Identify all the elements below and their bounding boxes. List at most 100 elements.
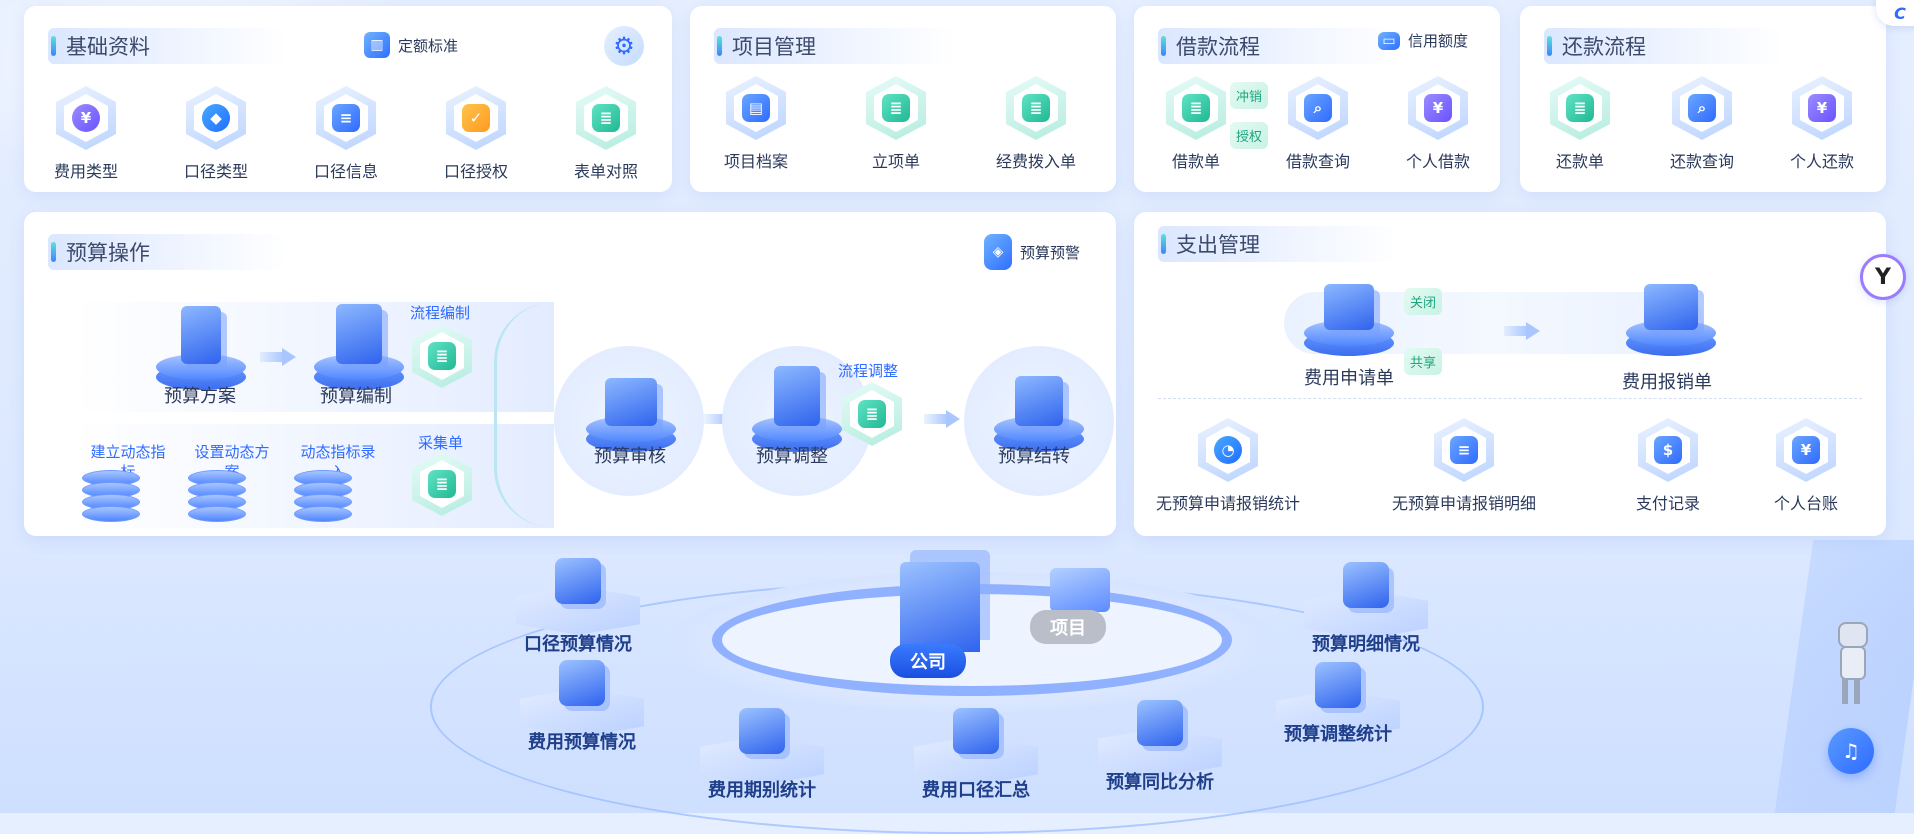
budget-review-label: 预算审核 xyxy=(594,446,666,467)
printer-icon xyxy=(1644,284,1698,330)
cube-icon: ◆ xyxy=(202,104,230,132)
platform-expense-budget[interactable]: 费用预算情况 xyxy=(520,660,644,758)
cube-icon xyxy=(555,558,601,604)
expense-reimburse-label: 费用报销单 xyxy=(1622,372,1712,393)
assistant-button[interactable]: Y xyxy=(1860,254,1906,300)
arrow-icon xyxy=(924,410,960,428)
project-item-initiation[interactable]: ≣ 立项单 xyxy=(836,76,956,172)
y-logo-icon: Y xyxy=(1875,264,1891,290)
project-item-archive[interactable]: ▤ 项目档案 xyxy=(696,76,816,172)
database-icon[interactable] xyxy=(82,470,140,522)
platform-budget-detail[interactable]: 预算明细情况 xyxy=(1304,562,1428,660)
panel-title: 支出管理 xyxy=(1158,226,1398,262)
repay-item-personal[interactable]: ¥ 个人还款 xyxy=(1762,76,1882,172)
expense-item-payment[interactable]: $ 支付记录 xyxy=(1608,418,1728,514)
books-icon xyxy=(336,304,382,364)
form-icon: ≣ xyxy=(592,104,620,132)
form-icon: ≣ xyxy=(882,94,910,122)
platform-expense-period[interactable]: 费用期别统计 xyxy=(700,708,824,806)
budget-carry-node[interactable] xyxy=(994,352,1084,452)
search-doc-icon: ⌕ xyxy=(1688,94,1716,122)
shield-icon: ◈ xyxy=(984,234,1012,270)
budget-adjust-node[interactable] xyxy=(752,352,842,452)
folder-icon: ▤ xyxy=(742,94,770,122)
platform-budget-yoy[interactable]: 预算同比分析 xyxy=(1098,700,1222,798)
expense-item-nobudget-detail[interactable]: ≡ 无预算申请报销明细 xyxy=(1384,418,1544,514)
budget-review-node[interactable] xyxy=(586,352,676,452)
budget-warning-link[interactable]: ◈ 预算预警 xyxy=(984,234,1080,270)
form-icon: ≣ xyxy=(1182,94,1210,122)
company-button[interactable]: 公司 xyxy=(890,644,966,678)
personal-yuan-icon: ¥ xyxy=(1424,94,1452,122)
basics-panel: 基础资料 ▥ 定额标准 ⚙ ¥ 费用类型 ◆ 口径类型 ≡ 口径信息 ✓ 口径授… xyxy=(24,6,672,192)
cube-transfer-icon xyxy=(1015,376,1063,426)
document-icon: ≡ xyxy=(1450,436,1478,464)
project-panel: 项目管理 ▤ 项目档案 ≣ 立项单 ≣ 经费拨入单 xyxy=(690,6,1116,192)
pie-icon: ◔ xyxy=(1214,436,1242,464)
settings-button[interactable]: ⚙ xyxy=(604,26,644,66)
basics-item-caliber-auth[interactable]: ✓ 口径授权 xyxy=(416,86,536,182)
platform-expense-caliber-sum[interactable]: 费用口径汇总 xyxy=(914,708,1038,806)
yuan-icon: ¥ xyxy=(72,104,100,132)
bracket-decoration xyxy=(494,302,557,528)
database-icon[interactable] xyxy=(294,470,352,522)
basics-item-form-mapping[interactable]: ≣ 表单对照 xyxy=(546,86,666,182)
company-building-icon xyxy=(900,562,980,652)
collect-item[interactable]: ≣ xyxy=(402,452,482,516)
repay-item-query[interactable]: ⌕ 还款查询 xyxy=(1642,76,1762,172)
document-stack-icon xyxy=(181,306,221,364)
ledger-icon: ¥ xyxy=(1792,436,1820,464)
robot-mascot xyxy=(1828,622,1874,706)
chip-close[interactable]: 关闭 xyxy=(1404,288,1443,315)
borrow-item-query[interactable]: ⌕ 借款查询 xyxy=(1258,76,1378,172)
panel-title: 还款流程 xyxy=(1544,28,1784,64)
chip-share[interactable]: 共享 xyxy=(1404,348,1443,375)
panel-title: 借款流程 xyxy=(1158,28,1398,64)
notification-button[interactable]: ♫ xyxy=(1828,728,1874,774)
expense-item-nobudget-stats[interactable]: ◔ 无预算申请报销统计 xyxy=(1148,418,1308,514)
books-icon xyxy=(774,366,820,426)
quota-standard-link[interactable]: ▥ 定额标准 xyxy=(364,32,458,58)
repay-panel: 还款流程 ≣ 还款单 ⌕ 还款查询 ¥ 个人还款 xyxy=(1520,6,1886,192)
budget-adjust-label: 预算调整 xyxy=(756,446,828,467)
basics-item-caliber-info[interactable]: ≡ 口径信息 xyxy=(286,86,406,182)
repay-item-form[interactable]: ≣ 还款单 xyxy=(1520,76,1640,172)
platform-caliber-budget[interactable]: 口径预算情况 xyxy=(516,558,640,656)
card-icon: ▭ xyxy=(1378,31,1400,50)
expense-panel: 支出管理 费用申请单 关闭 共享 费用报销单 ◔ 无预算申请报销统计 ≡ 无预算… xyxy=(1134,212,1886,536)
cart-icon xyxy=(739,708,785,754)
shield-check-icon: ✓ xyxy=(462,104,490,132)
expense-reimburse-node[interactable] xyxy=(1626,266,1716,356)
basics-item-caliber-type[interactable]: ◆ 口径类型 xyxy=(156,86,276,182)
flow-adjust-label: 流程调整 xyxy=(838,362,899,380)
flow-adjust-item[interactable]: ≣ xyxy=(832,382,912,446)
form-icon: ≣ xyxy=(428,470,456,498)
flow-compile-item[interactable]: ≣ xyxy=(402,324,482,388)
divider xyxy=(1158,398,1862,399)
budget-panel: 预算操作 ◈ 预算预警 预算方案 预算编制 流程编制 ≣ 建立动态指标 设置动态… xyxy=(24,212,1116,536)
logo-icon: C xyxy=(1894,3,1906,23)
budget-plan-label: 预算方案 xyxy=(164,386,236,407)
building-icon: ▥ xyxy=(364,32,390,58)
bell-icon: ♫ xyxy=(1842,739,1860,763)
project-box-icon xyxy=(1050,568,1110,612)
budget-compile-node[interactable] xyxy=(314,290,404,390)
expense-apply-node[interactable] xyxy=(1304,266,1394,356)
budget-plan-node[interactable] xyxy=(156,290,246,390)
doc-stack-icon xyxy=(1137,700,1183,746)
document-icon: ≡ xyxy=(332,104,360,132)
arrow-icon xyxy=(260,348,296,366)
credit-limit-link[interactable]: ▭ 信用额度 xyxy=(1378,30,1468,51)
arrow-icon xyxy=(1504,322,1540,340)
database-icon[interactable] xyxy=(188,470,246,522)
panel-title: 基础资料 xyxy=(48,28,288,64)
borrow-panel: 借款流程 ▭ 信用额度 ≣ 借款单 冲销 授权 ⌕ 借款查询 ¥ 个人借款 xyxy=(1134,6,1500,192)
project-item-funding[interactable]: ≣ 经费拨入单 xyxy=(976,76,1096,172)
expense-item-ledger[interactable]: ¥ 个人台账 xyxy=(1746,418,1866,514)
basics-item-expense-type[interactable]: ¥ 费用类型 xyxy=(26,86,146,182)
form-icon: ≣ xyxy=(858,400,886,428)
project-button[interactable]: 项目 xyxy=(1030,610,1106,644)
borrow-item-personal[interactable]: ¥ 个人借款 xyxy=(1378,76,1498,172)
platform-budget-adjust-stats[interactable]: 预算调整统计 xyxy=(1276,662,1400,760)
flow-compile-label: 流程编制 xyxy=(410,304,471,322)
